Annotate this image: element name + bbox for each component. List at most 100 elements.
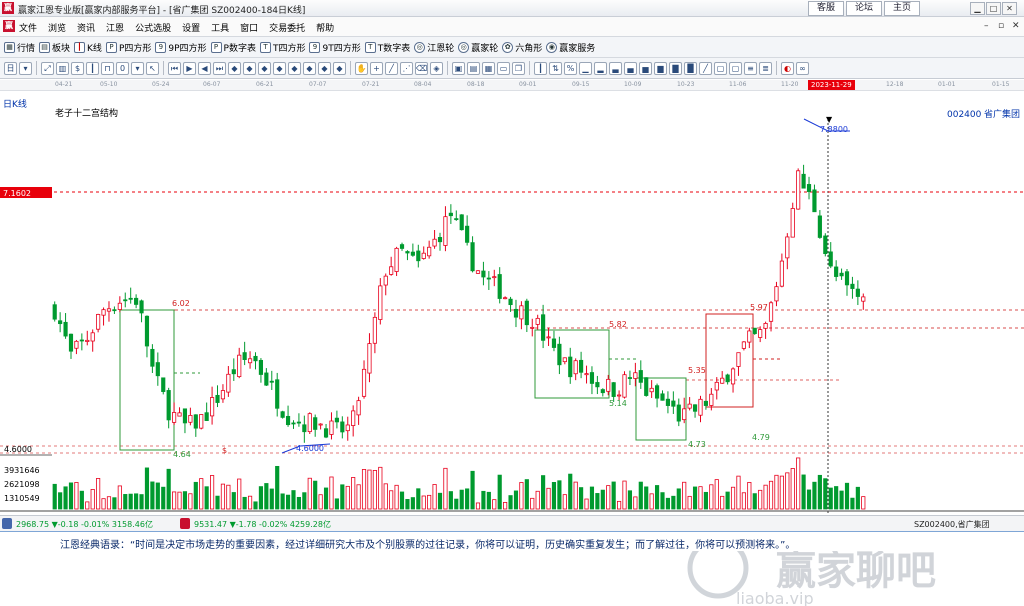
toolbar-t-table-button[interactable]: T T数字表	[364, 41, 410, 54]
homepage-link[interactable]: 主页	[884, 1, 920, 16]
wheel-icon: ◎	[414, 41, 426, 53]
first-icon[interactable]: ⏮	[168, 61, 181, 75]
minimize-button[interactable]: ▁	[970, 2, 985, 15]
menu-gann[interactable]: 江恩	[106, 21, 124, 34]
bar-icon[interactable]: ▃	[609, 61, 622, 75]
stack-icon[interactable]: ≣	[759, 61, 772, 75]
fan-icon[interactable]: ⋰	[400, 61, 413, 75]
menu-info[interactable]: 资讯	[77, 21, 95, 34]
menu-trading[interactable]: 交易委托	[269, 21, 305, 34]
volume-bar	[606, 485, 611, 510]
menu-file[interactable]: 文件	[19, 21, 37, 34]
volume-bar	[269, 488, 274, 510]
palette-icon[interactable]: ◈	[430, 61, 443, 75]
date-tick: 04-21	[55, 81, 73, 88]
image-icon[interactable]: ▣	[452, 61, 465, 75]
customer-service-link[interactable]: 客服	[808, 1, 844, 16]
candle-body	[508, 298, 513, 306]
menu-window[interactable]: 窗口	[240, 21, 258, 34]
box-icon[interactable]: ▢	[714, 61, 727, 75]
candle-style-icon[interactable]: ┃	[534, 61, 547, 75]
zero-icon[interactable]: 0	[116, 61, 129, 75]
toolbar-9p-square-button[interactable]: 9 9P四方形	[155, 41, 207, 54]
toolbar-hexagon-button[interactable]: ✿ 六角形	[502, 41, 542, 54]
diamond-icon[interactable]: ◆	[288, 61, 301, 75]
candle-body	[568, 356, 573, 378]
window-icon[interactable]: ▭	[497, 61, 510, 75]
menu-settings[interactable]: 设置	[182, 21, 200, 34]
dollar-icon[interactable]: $	[71, 61, 84, 75]
volume-bar	[361, 469, 367, 510]
bar-icon[interactable]: █	[684, 61, 697, 75]
infinity-icon[interactable]: ∞	[796, 61, 809, 75]
diamond-icon[interactable]: ◆	[228, 61, 241, 75]
toolbar-quotes-button[interactable]: ▦ 行情	[4, 41, 35, 54]
date-tick: 01-01	[938, 81, 956, 88]
diamond-icon[interactable]: ◆	[258, 61, 271, 75]
volume-bar	[486, 491, 491, 510]
diamond-icon[interactable]: ◆	[333, 61, 346, 75]
sz-index-icon[interactable]	[180, 518, 190, 529]
kline-chart-panel[interactable]: 日K线 老子十二宫结构 002400 省广集团 7.1602 4.6000 39…	[0, 91, 1024, 606]
forum-link[interactable]: 论坛	[846, 1, 882, 16]
volume-icon[interactable]: ▁	[579, 61, 592, 75]
bar-icon[interactable]: ▅	[639, 61, 652, 75]
toolbar-t-square-button[interactable]: T T四方形	[259, 41, 305, 54]
doc-minimize-button[interactable]: –	[984, 21, 989, 31]
percent-icon[interactable]: %	[564, 61, 577, 75]
bars-icon[interactable]: ▥	[56, 61, 69, 75]
bar-icon[interactable]: ▄	[624, 61, 637, 75]
toolbar-p-table-button[interactable]: P P数字表	[210, 41, 256, 54]
hand-icon[interactable]: ✋	[355, 61, 368, 75]
toolbar-kline-button[interactable]: ┃ K线	[74, 41, 102, 54]
crosshair-icon[interactable]: +	[370, 61, 383, 75]
dropdown-icon[interactable]: ▾	[131, 61, 144, 75]
eraser-icon[interactable]: ⌫	[415, 61, 428, 75]
dropdown-icon[interactable]: ▾	[19, 61, 32, 75]
bar-icon[interactable]: ▂	[594, 61, 607, 75]
volume-bar	[150, 481, 155, 510]
trend-icon[interactable]: ⤢	[41, 61, 54, 75]
toolbar-winner-wheel-button[interactable]: ◎ 赢家轮	[458, 41, 498, 54]
candle-body	[432, 238, 437, 247]
next-icon[interactable]: ▶	[183, 61, 196, 75]
diamond-icon[interactable]: ◆	[303, 61, 316, 75]
doc-restore-button[interactable]: ▫	[998, 21, 1004, 31]
arrows-icon[interactable]: ⇅	[549, 61, 562, 75]
pointer-icon[interactable]: ↖	[146, 61, 159, 75]
line-icon[interactable]: ╱	[385, 61, 398, 75]
menu-tools[interactable]: 工具	[211, 21, 229, 34]
menu-formula-picker[interactable]: 公式选股	[135, 21, 171, 34]
toolbar-sector-button[interactable]: ▤ 板块	[39, 41, 70, 54]
save-icon[interactable]: ▤	[467, 61, 480, 75]
close-button[interactable]: ✕	[1002, 2, 1017, 15]
diamond-icon[interactable]: ◆	[273, 61, 286, 75]
bar-icon[interactable]: ▇	[669, 61, 682, 75]
diamond-icon[interactable]: ◆	[318, 61, 331, 75]
menu-help[interactable]: 帮助	[316, 21, 334, 34]
box-icon[interactable]: ▢	[729, 61, 742, 75]
menu-browse[interactable]: 浏览	[48, 21, 66, 34]
toolbar-service-button[interactable]: ◉ 赢家服务	[546, 41, 595, 54]
doc-close-button[interactable]: ✕	[1012, 21, 1020, 31]
diamond-icon[interactable]: ◆	[243, 61, 256, 75]
line-chart-icon[interactable]: ╱	[699, 61, 712, 75]
toolbar-9t-square-button[interactable]: 9 9T四方形	[309, 41, 361, 54]
sh-index-icon[interactable]	[2, 518, 12, 529]
kline-chart[interactable]: 日K线 老子十二宫结构 002400 省广集团 7.1602 4.6000 39…	[0, 91, 1024, 515]
candle-body	[682, 408, 687, 421]
maximize-button[interactable]: □	[986, 2, 1001, 15]
candles-icon[interactable]: ┃	[86, 61, 99, 75]
period-icon[interactable]: 日	[4, 61, 17, 75]
candle-body	[622, 374, 627, 398]
toolbar-p-square-button[interactable]: P P四方形	[105, 41, 151, 54]
grid-icon[interactable]: ▦	[482, 61, 495, 75]
color-wheel-icon[interactable]: ◐	[781, 61, 794, 75]
toolbar-gann-wheel-button[interactable]: ◎ 江恩轮	[414, 41, 454, 54]
bracket-icon[interactable]: ⊓	[101, 61, 114, 75]
stack-icon[interactable]: ≡	[744, 61, 757, 75]
cascade-icon[interactable]: ❐	[512, 61, 525, 75]
bar-icon[interactable]: ▆	[654, 61, 667, 75]
last-icon[interactable]: ⏭	[213, 61, 226, 75]
prev-icon[interactable]: ◀	[198, 61, 211, 75]
